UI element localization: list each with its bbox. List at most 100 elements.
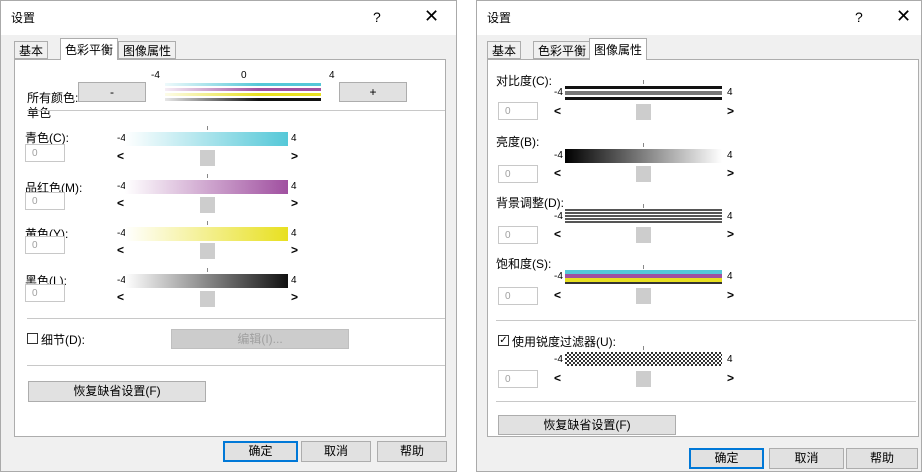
restore-defaults-button[interactable]: 恢复缺省设置(F) (498, 415, 676, 435)
center-tick (643, 204, 644, 208)
tab-image-properties[interactable]: 图像属性 (589, 38, 648, 60)
brightness-left-arrow[interactable]: < (554, 166, 561, 180)
restore-defaults-button[interactable]: 恢复缺省设置(F) (28, 381, 206, 402)
detail-checkbox[interactable] (27, 333, 38, 344)
background-adjust-min: -4 (554, 211, 563, 222)
background-adjust-left-arrow[interactable]: < (554, 227, 561, 241)
center-tick (207, 268, 208, 272)
saturation-max: 4 (727, 271, 733, 282)
background-adjust-right-arrow[interactable]: > (727, 227, 734, 241)
background-adjust-slider-thumb[interactable] (636, 227, 651, 243)
scale-mid: 0 (241, 70, 247, 81)
contrast-left-arrow[interactable]: < (554, 104, 561, 118)
tab-basic[interactable]: 基本 (487, 41, 522, 59)
magenta-value-field[interactable]: 0 (25, 192, 65, 210)
cyan-left-arrow[interactable]: < (117, 149, 124, 163)
center-tick (643, 143, 644, 147)
sharpness-slider-thumb[interactable] (636, 371, 651, 387)
yellow-left-arrow[interactable]: < (117, 243, 124, 257)
magenta-left-arrow[interactable]: < (117, 196, 124, 210)
contrast-bar (565, 86, 722, 100)
brightness-slider-thumb[interactable] (636, 166, 651, 182)
black-max: 4 (291, 275, 297, 286)
black-value-field[interactable]: 0 (25, 284, 65, 302)
scale-min: -4 (151, 70, 160, 81)
title-bar: 设置 ? ✕ (1, 1, 456, 35)
black-right-arrow[interactable]: > (291, 290, 298, 304)
magenta-right-arrow[interactable]: > (291, 196, 298, 210)
close-icon[interactable]: ✕ (896, 6, 911, 27)
background-adjust-value-field[interactable]: 0 (498, 226, 538, 244)
single-color-label: 单色 (27, 106, 52, 120)
tab-color-balance[interactable]: 色彩平衡 (60, 38, 119, 60)
title-bar: 设置 ? ✕ (477, 1, 921, 35)
center-tick (643, 346, 644, 350)
brightness-right-arrow[interactable]: > (727, 166, 734, 180)
saturation-slider-thumb[interactable] (636, 288, 651, 304)
cyan-slider-thumb[interactable] (200, 150, 215, 166)
sharpness-value-field[interactable]: 0 (498, 370, 538, 388)
black-slider-thumb[interactable] (200, 291, 215, 307)
help-button[interactable]: 帮助 (846, 448, 918, 469)
sharpness-min: -4 (554, 354, 563, 365)
scale-max: 4 (329, 70, 335, 81)
minus-button[interactable]: - (78, 82, 146, 102)
yellow-slider-thumb[interactable] (200, 243, 215, 259)
saturation-label: 饱和度(S): (496, 257, 552, 271)
ok-button[interactable]: 确定 (223, 441, 298, 462)
center-tick (207, 126, 208, 130)
divider (27, 365, 445, 366)
tab-color-balance[interactable]: 色彩平衡 (533, 41, 592, 59)
divider (496, 401, 916, 402)
sharpness-checkbox[interactable]: ✓ (498, 335, 509, 346)
background-adjust-label: 背景调整(D): (496, 196, 564, 210)
brightness-min: -4 (554, 150, 563, 161)
all-colors-swatch (165, 81, 321, 101)
plus-button[interactable]: + (339, 82, 407, 102)
window-title: 设置 (11, 11, 36, 25)
cyan-value-field[interactable]: 0 (25, 144, 65, 162)
right-dialog: 设置 ? ✕ 基本 色彩平衡 图像属性 对比度(C): -4 4 0 < > 亮… (476, 0, 922, 472)
cancel-button[interactable]: 取消 (769, 448, 844, 469)
saturation-value-field[interactable]: 0 (498, 287, 538, 305)
saturation-right-arrow[interactable]: > (727, 288, 734, 302)
black-gradient (125, 274, 288, 288)
contrast-slider-thumb[interactable] (636, 104, 651, 120)
cyan-right-arrow[interactable]: > (291, 149, 298, 163)
window-title: 设置 (487, 11, 512, 25)
yellow-value-field[interactable]: 0 (25, 236, 65, 254)
background-adjust-max: 4 (727, 211, 733, 222)
cyan-max: 4 (291, 133, 297, 144)
tab-basic[interactable]: 基本 (14, 41, 49, 59)
contrast-value-field[interactable]: 0 (498, 102, 538, 120)
edit-button[interactable]: 编辑(I)... (171, 329, 349, 349)
sharpness-bar (565, 352, 722, 366)
ok-button[interactable]: 确定 (689, 448, 764, 469)
help-icon[interactable]: ? (855, 9, 863, 25)
sharpness-right-arrow[interactable]: > (727, 371, 734, 385)
brightness-label: 亮度(B): (496, 135, 540, 149)
sharpness-max: 4 (727, 354, 733, 365)
magenta-slider-thumb[interactable] (200, 197, 215, 213)
cancel-button[interactable]: 取消 (301, 441, 371, 462)
cyan-gradient (125, 132, 288, 146)
brightness-gradient (565, 149, 722, 163)
center-tick (643, 265, 644, 269)
sharpness-left-arrow[interactable]: < (554, 371, 561, 385)
brightness-max: 4 (727, 150, 733, 161)
contrast-right-arrow[interactable]: > (727, 104, 734, 118)
yellow-right-arrow[interactable]: > (291, 243, 298, 257)
saturation-bar (565, 270, 722, 284)
help-icon[interactable]: ? (373, 9, 381, 25)
help-button[interactable]: 帮助 (377, 441, 447, 462)
left-dialog: 设置 ? ✕ 基本 色彩平衡 图像属性 -4 0 4 所有颜色: - + 单色 … (0, 0, 457, 472)
brightness-value-field[interactable]: 0 (498, 165, 538, 183)
black-left-arrow[interactable]: < (117, 290, 124, 304)
tab-image-properties[interactable]: 图像属性 (118, 41, 177, 59)
tab-panel: -4 0 4 所有颜色: - + 单色 青色(C): 0 -4 4 < > 品红… (14, 59, 446, 437)
center-tick (643, 80, 644, 84)
close-icon[interactable]: ✕ (424, 6, 439, 27)
contrast-max: 4 (727, 87, 733, 98)
saturation-left-arrow[interactable]: < (554, 288, 561, 302)
divider (27, 318, 445, 319)
